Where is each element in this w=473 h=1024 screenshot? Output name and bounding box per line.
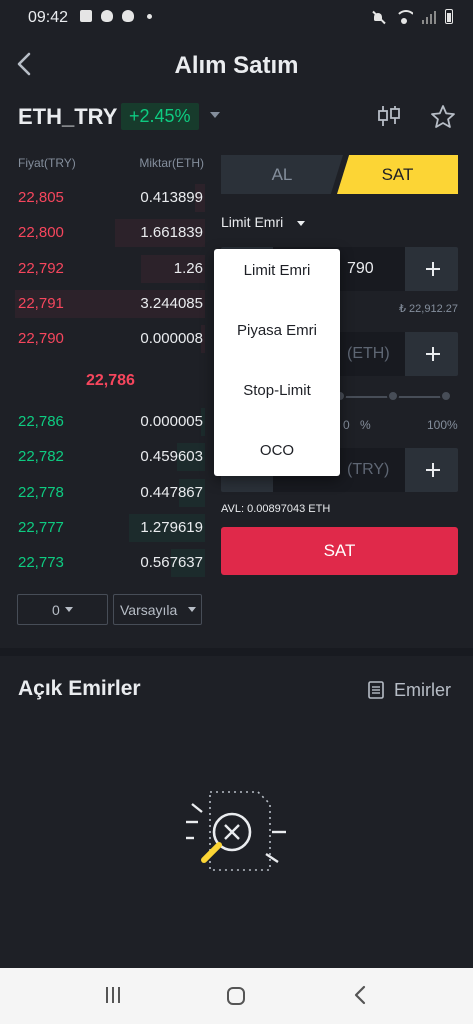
pair-dropdown-icon[interactable] [210,112,220,118]
mute-icon [372,10,386,24]
order-type-select[interactable]: Limit Emri [221,214,283,230]
pair-change-badge: +2.45% [121,103,199,130]
chevron-down-icon [65,607,73,612]
sell-button[interactable]: SAT [221,527,458,575]
battery-icon [445,9,453,24]
tab-buy[interactable]: AL [221,155,343,194]
ask-price: 22,791 [18,294,64,312]
more-notifications-icon [147,13,152,19]
ask-price: 22,800 [18,224,64,242]
candlestick-icon [378,106,400,126]
bid-price: 22,773 [18,554,64,572]
ask-price: 22,790 [18,330,64,348]
pair-name[interactable]: ETH_TRY [18,104,117,130]
chevron-left-icon [354,985,366,1005]
orders-link-label: Emirler [394,679,451,700]
system-nav-bar [0,968,473,1024]
ask-row[interactable]: 22,805 0.413899 [0,180,205,215]
nav-back-button[interactable] [352,984,382,1008]
ask-price: 22,805 [18,189,64,206]
cube-icon [80,10,92,22]
notification-icons [80,10,152,22]
empty-orders-icon [180,782,292,882]
bulb-icon [122,10,134,22]
bid-price: 22,778 [18,483,64,501]
menu-item-oco[interactable]: OCO [214,431,340,471]
price-column-header: Fiyat(TRY) [18,156,76,170]
chevron-down-icon[interactable] [297,221,305,226]
bid-row[interactable]: 22,777 1.279619 [0,510,205,545]
page-title: Alım Satım [174,52,299,79]
section-divider [0,648,473,656]
amount-placeholder: (ETH) [347,345,390,362]
bid-quantity: 0.447867 [140,483,203,501]
slider-stop-100[interactable] [440,390,452,402]
open-orders-title: Açık Emirler [18,677,141,700]
percent-value: 0 [343,418,350,432]
ask-quantity: 1.661839 [140,224,203,242]
candlestick-chart-button[interactable] [376,104,402,128]
slider-stop-75[interactable] [387,390,399,402]
bid-price: 22,777 [18,518,64,536]
status-bar: 09:42 [0,0,473,36]
price-estimate: ₺ 22,912.27 [399,303,458,315]
amount-increase-button[interactable] [406,332,458,376]
bid-row[interactable]: 22,778 0.447867 [0,475,205,510]
favorite-star-button[interactable] [430,104,456,130]
price-increase-button[interactable] [406,247,458,291]
ask-row[interactable]: 22,790 0.000008 [0,321,205,356]
depth-decimal-value: 0 [52,602,60,618]
qty-column-header: Miktar(ETH) [139,156,204,170]
document-list-icon [368,681,384,699]
available-balance: AVL: 0.00897043 ETH [221,503,331,515]
wifi-icon [395,9,413,24]
menu-item-limit[interactable]: Limit Emri [214,251,340,291]
bid-price: 22,782 [18,448,64,466]
percent-sign: % [360,418,371,432]
ask-quantity: 0.000008 [140,330,203,348]
bid-row[interactable]: 22,773 0.567637 [0,545,205,580]
ask-row[interactable]: 22,792 1.26 [0,251,205,286]
depth-decimal-select[interactable]: 0 [17,594,108,625]
system-icons [372,9,453,24]
total-placeholder: (TRY) [347,461,390,478]
chevron-down-icon [188,607,196,612]
ask-quantity: 3.244085 [140,294,203,312]
bid-quantity: 0.459603 [140,448,203,466]
ask-quantity: 0.413899 [140,189,203,206]
bid-quantity: 0.567637 [140,554,203,572]
percent-max-label: 100% [427,418,458,432]
order-type-menu: Limit Emri Piyasa Emri Stop-Limit OCO [214,249,340,476]
bid-row[interactable]: 22,782 0.459603 [0,439,205,474]
view-mode-value: Varsayıla [120,602,178,618]
bid-price: 22,786 [18,413,64,430]
star-icon [431,105,455,128]
price-input-value: 790 [347,260,374,277]
ask-row[interactable]: 22,791 3.244085 [0,286,205,321]
bid-row[interactable]: 22,786 0.000005 [0,404,205,439]
ask-price: 22,792 [18,259,64,277]
signal-icon [422,10,436,24]
last-price: 22,786 [86,372,135,389]
recent-apps-button[interactable] [102,984,132,1008]
total-increase-button[interactable] [406,448,458,492]
home-button[interactable] [227,987,245,1005]
bulb-icon [101,10,113,22]
tab-sell[interactable]: SAT [337,155,458,194]
bid-quantity: 1.279619 [140,518,203,536]
ask-quantity: 1.26 [173,259,203,277]
view-mode-select[interactable]: Varsayıla [113,594,202,625]
bid-quantity: 0.000005 [140,413,203,430]
ask-row[interactable]: 22,800 1.661839 [0,215,205,250]
status-time: 09:42 [28,9,69,26]
orders-link[interactable]: Emirler [368,679,451,701]
menu-item-stop-limit[interactable]: Stop-Limit [214,371,340,411]
menu-item-market[interactable]: Piyasa Emri [214,311,340,351]
